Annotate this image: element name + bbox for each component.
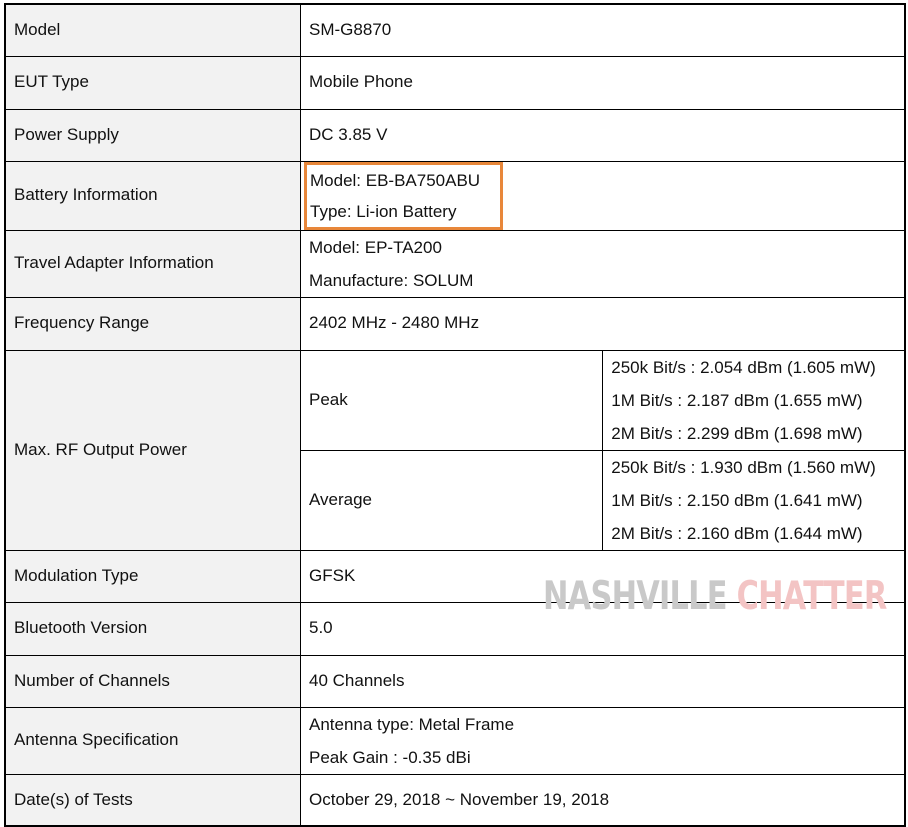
row-value: October 29, 2018 ~ November 19, 2018 bbox=[300, 773, 906, 827]
average-value-line: 250k Bit/s : 1.930 dBm (1.560 mW) bbox=[611, 457, 876, 477]
average-value-line: 1M Bit/s : 2.150 dBm (1.641 mW) bbox=[611, 490, 863, 510]
peak-value-line: 250k Bit/s : 2.054 dBm (1.605 mW) bbox=[611, 357, 876, 377]
table-row: Frequency Range 2402 MHz - 2480 MHz bbox=[4, 296, 906, 351]
battery-highlight-box: Model: EB-BA750ABU Type: Li-ion Battery bbox=[304, 161, 504, 230]
row-value: Antenna type: Metal Frame Peak Gain : -0… bbox=[300, 706, 906, 775]
peak-value-line: 2M Bit/s : 2.299 dBm (1.698 mW) bbox=[611, 423, 863, 443]
antenna-gain: Peak Gain : -0.35 dBi bbox=[309, 747, 471, 767]
row-label: EUT Type bbox=[4, 55, 301, 110]
row-value: Model: EB-BA750ABU Type: Li-ion Battery bbox=[300, 160, 906, 231]
sub-label-peak: Peak bbox=[299, 349, 604, 451]
row-label: Max. RF Output Power bbox=[4, 349, 301, 551]
row-value: SM-G8870 bbox=[300, 3, 906, 57]
table-row: Max. RF Output Power Peak 250k Bit/s : 2… bbox=[4, 349, 906, 551]
table-row: Number of Channels 40 Channels bbox=[4, 654, 906, 708]
table-row: Date(s) of Tests October 29, 2018 ~ Nove… bbox=[4, 773, 906, 827]
sub-label-average: Average bbox=[299, 449, 604, 551]
table-row: Battery Information Model: EB-BA750ABU T… bbox=[4, 160, 906, 231]
watermark-logo: NASHVILLE CHATTER bbox=[543, 574, 888, 619]
average-values: 250k Bit/s : 1.930 dBm (1.560 mW) 1M Bit… bbox=[602, 449, 906, 551]
row-label: Travel Adapter Information bbox=[4, 229, 301, 298]
table-row: Model SM-G8870 bbox=[4, 3, 906, 57]
adapter-model: Model: EP-TA200 bbox=[309, 237, 442, 257]
row-value: DC 3.85 V bbox=[300, 108, 906, 162]
peak-value-line: 1M Bit/s : 2.187 dBm (1.655 mW) bbox=[611, 390, 863, 410]
table-row: EUT Type Mobile Phone bbox=[4, 55, 906, 110]
table-row: Power Supply DC 3.85 V bbox=[4, 108, 906, 162]
row-label: Modulation Type bbox=[4, 549, 301, 603]
row-value: Mobile Phone bbox=[300, 55, 906, 110]
row-label: Number of Channels bbox=[4, 654, 301, 708]
row-label: Bluetooth Version bbox=[4, 601, 301, 656]
row-label: Power Supply bbox=[4, 108, 301, 162]
row-label: Frequency Range bbox=[4, 296, 301, 351]
table-row: Antenna Specification Antenna type: Meta… bbox=[4, 706, 906, 775]
watermark-part2: CHATTER bbox=[736, 574, 888, 619]
adapter-manufacturer: Manufacture: SOLUM bbox=[309, 270, 474, 290]
row-label: Antenna Specification bbox=[4, 706, 301, 775]
battery-model: Model: EB-BA750ABU bbox=[310, 170, 481, 190]
average-value-line: 2M Bit/s : 2.160 dBm (1.644 mW) bbox=[611, 523, 863, 543]
antenna-type: Antenna type: Metal Frame bbox=[309, 714, 515, 734]
peak-values: 250k Bit/s : 2.054 dBm (1.605 mW) 1M Bit… bbox=[602, 349, 906, 451]
table-row: Travel Adapter Information Model: EP-TA2… bbox=[4, 229, 906, 298]
row-label: Model bbox=[4, 3, 301, 57]
row-value: Model: EP-TA200 Manufacture: SOLUM bbox=[300, 229, 906, 298]
row-label: Date(s) of Tests bbox=[4, 773, 301, 827]
battery-type: Type: Li-ion Battery bbox=[310, 201, 457, 221]
spec-table: Model SM-G8870 EUT Type Mobile Phone Pow… bbox=[4, 3, 906, 827]
row-value: 40 Channels bbox=[300, 654, 906, 708]
row-label: Battery Information bbox=[4, 160, 301, 231]
row-value: 2402 MHz - 2480 MHz bbox=[300, 296, 906, 351]
watermark-part1: NASHVILLE bbox=[543, 574, 728, 619]
